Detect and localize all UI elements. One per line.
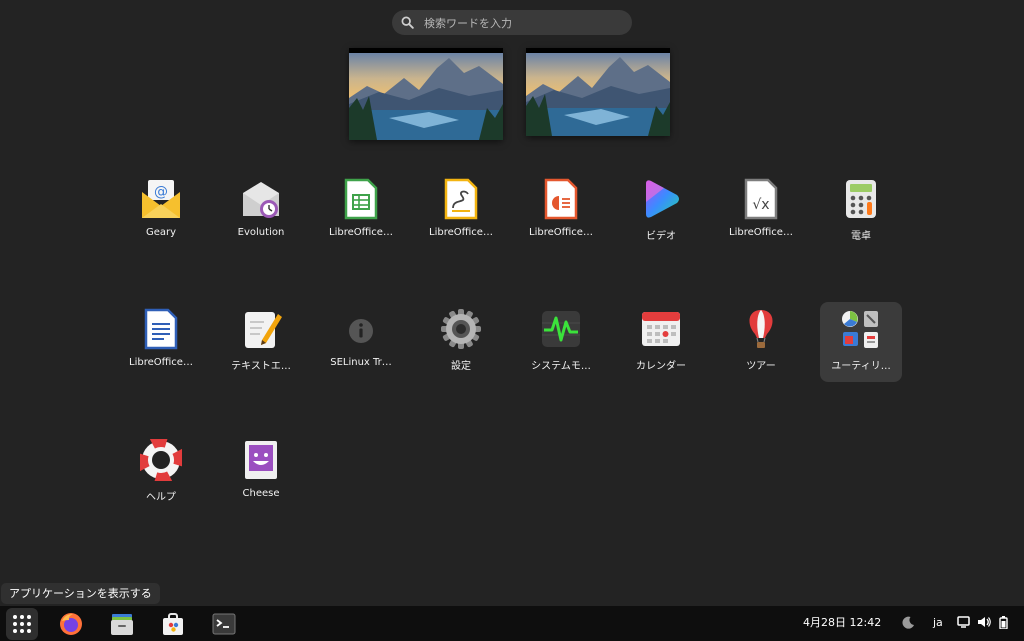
volume-icon: [978, 617, 991, 627]
volume-indicator[interactable]: [977, 611, 991, 635]
app-calculator[interactable]: 電卓: [820, 172, 902, 252]
libreoffice-calc-icon: [344, 178, 378, 220]
night-light-indicator[interactable]: [902, 611, 915, 635]
screen-icon: [957, 616, 970, 628]
app-label: SELinux Tr…: [330, 357, 392, 368]
terminal-icon: [212, 613, 236, 635]
app-libreoffice-writer[interactable]: LibreOffice…: [120, 302, 202, 382]
night-light-icon: [902, 616, 914, 629]
geary-mail-icon: @: [142, 180, 180, 218]
app-label: LibreOffice…: [429, 227, 493, 238]
app-libreoffice-calc[interactable]: LibreOffice…: [320, 172, 402, 252]
battery-icon: [999, 616, 1008, 629]
workspace-thumbnail-2[interactable]: [526, 48, 670, 136]
mountain-lake-wallpaper: [349, 48, 503, 140]
app-label: ヘルプ: [146, 492, 176, 503]
app-label: 電卓: [851, 231, 871, 242]
app-libreoffice-math[interactable]: √x LibreOffice…: [720, 172, 802, 252]
app-label: システムモ…: [531, 361, 591, 372]
show-apps-tooltip: アプリケーションを表示する: [1, 583, 160, 604]
app-geary[interactable]: @ Geary: [120, 172, 202, 252]
system-monitor-icon: [542, 311, 580, 347]
libreoffice-math-icon: √x: [744, 178, 778, 220]
app-libreoffice-draw[interactable]: LibreOffice…: [420, 172, 502, 252]
search-bar[interactable]: [392, 10, 632, 35]
app-label: Cheese: [242, 488, 280, 499]
libreoffice-draw-icon: [444, 178, 478, 220]
app-label: ツアー: [746, 361, 776, 372]
cheese-icon: [245, 441, 277, 479]
dock-software[interactable]: [157, 608, 189, 640]
workspace-thumbnail-1[interactable]: [349, 48, 503, 140]
search-input[interactable]: [422, 13, 626, 34]
app-label: カレンダー: [636, 361, 686, 372]
app-evolution[interactable]: Evolution: [220, 172, 302, 252]
show-apps-button[interactable]: [6, 608, 38, 640]
dock-firefox[interactable]: [55, 608, 87, 640]
app-label: ビデオ: [646, 231, 676, 242]
app-label: テキストエ…: [231, 361, 291, 372]
app-label: 設定: [451, 361, 471, 372]
app-libreoffice-impress[interactable]: LibreOffice…: [520, 172, 602, 252]
app-label: LibreOffice…: [129, 357, 193, 368]
app-folder-utilities[interactable]: ユーティリ…: [820, 302, 902, 382]
app-settings[interactable]: 設定: [420, 302, 502, 382]
screen-indicator[interactable]: [957, 611, 970, 635]
app-system-monitor[interactable]: システムモ…: [520, 302, 602, 382]
app-selinux-troubleshooter[interactable]: SELinux Tr…: [320, 302, 402, 382]
calendar-icon: [642, 312, 680, 346]
clock[interactable]: 4月28日 12:42: [803, 611, 881, 635]
tour-balloon-icon: [749, 310, 773, 348]
videos-icon: [646, 180, 679, 218]
battery-indicator[interactable]: [999, 611, 1008, 635]
mountain-lake-wallpaper: [526, 48, 670, 136]
app-label: LibreOffice…: [729, 227, 793, 238]
libreoffice-writer-icon: [144, 308, 178, 350]
app-videos[interactable]: ビデオ: [620, 172, 702, 252]
app-label: LibreOffice…: [529, 227, 593, 238]
app-help[interactable]: ヘルプ: [120, 433, 202, 513]
utilities-folder-icon: [842, 311, 878, 348]
show-apps-icon: [13, 615, 31, 633]
info-icon: [349, 319, 373, 343]
app-tour[interactable]: ツアー: [720, 302, 802, 382]
app-cheese[interactable]: Cheese: [220, 433, 302, 513]
app-calendar[interactable]: カレンダー: [620, 302, 702, 382]
firefox-icon: [60, 613, 82, 635]
help-lifebuoy-icon: [140, 439, 182, 481]
app-text-editor[interactable]: テキストエ…: [220, 302, 302, 382]
files-icon: [111, 614, 133, 635]
dock-files[interactable]: [106, 608, 138, 640]
keyboard-layout-indicator[interactable]: ja: [933, 611, 943, 635]
text-editor-icon: [245, 312, 282, 348]
libreoffice-impress-icon: [544, 178, 578, 220]
app-label: Evolution: [237, 227, 285, 238]
app-label: Geary: [145, 227, 177, 238]
search-icon: [401, 16, 414, 29]
evolution-icon: [243, 182, 279, 218]
dock-terminal[interactable]: [208, 608, 240, 640]
app-label: ユーティリ…: [831, 361, 891, 372]
calculator-icon: [846, 180, 876, 218]
svg-text:@: @: [154, 184, 168, 200]
app-label: LibreOffice…: [329, 227, 393, 238]
svg-text:√x: √x: [752, 197, 769, 213]
software-icon: [163, 613, 183, 635]
settings-gear-icon: [441, 309, 481, 349]
